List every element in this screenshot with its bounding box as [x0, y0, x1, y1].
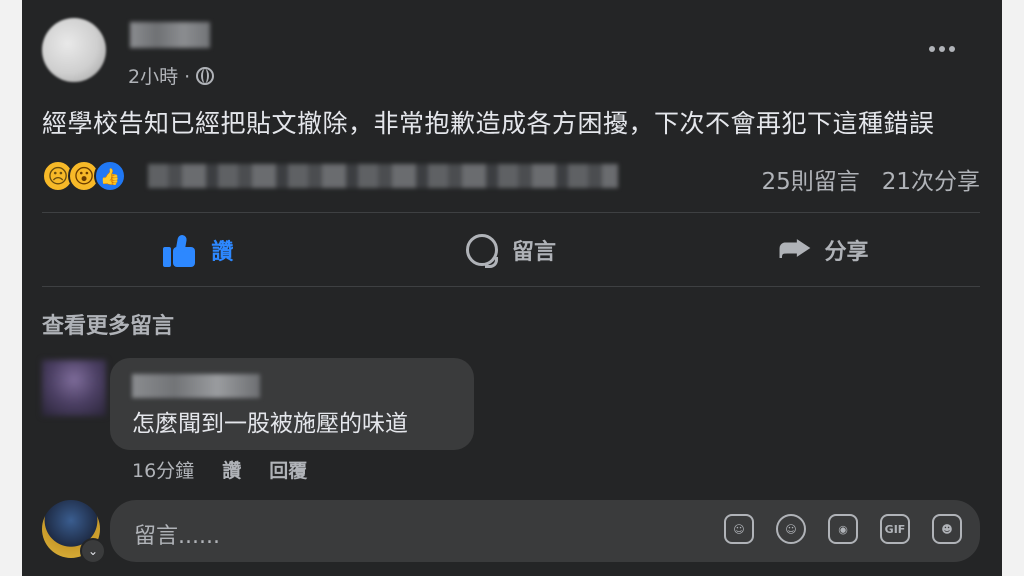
camera-icon[interactable]: ◉ — [828, 514, 858, 544]
post-text: 經學校告知已經把貼文撤除，非常抱歉造成各方困擾，下次不會再犯下這種錯誤 — [42, 109, 935, 138]
divider — [42, 286, 980, 287]
comment-bubble: 怎麼聞到一股被施壓的味道 — [110, 358, 474, 450]
comment-composer[interactable]: 留言...... ☺ ☺ ◉ GIF ☻ — [110, 500, 980, 562]
share-label: 分享 — [824, 240, 869, 265]
author-avatar[interactable] — [42, 18, 106, 82]
reaction-summary[interactable]: ☹ 😮 👍 — [42, 160, 618, 192]
post-meta: 2小時 · — [128, 62, 215, 89]
more-dot-icon — [949, 46, 955, 52]
globe-icon — [196, 66, 215, 85]
comment-like-link[interactable]: 讚 — [222, 456, 241, 483]
more-dot-icon — [929, 46, 935, 52]
comment-label: 留言 — [512, 240, 557, 265]
like-label: 讚 — [211, 240, 234, 265]
commenter-name-blurred[interactable] — [132, 374, 260, 398]
view-more-comments-link[interactable]: 查看更多留言 — [42, 308, 174, 340]
share-count[interactable]: 21次分享 — [882, 162, 980, 196]
comment-bubble-icon — [466, 234, 498, 268]
like-button[interactable]: 讚 — [42, 222, 355, 278]
comment-button[interactable]: 留言 — [355, 222, 668, 278]
composer-tools: ☺ ☺ ◉ GIF ☻ — [724, 514, 962, 544]
more-dot-icon — [939, 46, 945, 52]
like-reaction-icon: 👍 — [94, 160, 126, 192]
action-bar: 讚 留言 ⮫ 分享 — [42, 222, 980, 278]
comment-reply-link[interactable]: 回覆 — [269, 456, 307, 483]
chevron-down-icon[interactable]: ⌄ — [80, 538, 106, 564]
more-options-button[interactable] — [922, 34, 962, 64]
comment-text: 怎麼聞到一股被施壓的味道 — [132, 411, 408, 437]
post-card: 2小時 · 經學校告知已經把貼文撤除，非常抱歉造成各方困擾，下次不會再犯下這種錯… — [22, 0, 1002, 576]
commenter-avatar[interactable] — [42, 360, 106, 416]
comment-time[interactable]: 16分鐘 — [132, 456, 194, 483]
comment-count[interactable]: 25則留言 — [761, 162, 859, 196]
engagement-counts: 25則留言 21次分享 — [761, 162, 980, 196]
divider — [42, 212, 980, 213]
comment-input-placeholder[interactable]: 留言...... — [134, 518, 220, 550]
share-arrow-icon: ⮫ — [778, 230, 811, 270]
emoji-icon[interactable]: ☺ — [776, 514, 806, 544]
gif-icon[interactable]: GIF — [880, 514, 910, 544]
share-button[interactable]: ⮫ 分享 — [667, 222, 980, 278]
author-name-blurred[interactable] — [130, 22, 210, 48]
post-time[interactable]: 2小時 · — [128, 62, 190, 89]
comment-meta: 16分鐘 讚 回覆 — [132, 456, 307, 483]
left-margin — [0, 0, 22, 576]
right-margin — [1002, 0, 1024, 576]
avatar-sticker-icon[interactable]: ☺ — [724, 514, 754, 544]
reactor-names-blurred[interactable] — [148, 164, 618, 188]
thumbs-up-icon — [163, 233, 197, 267]
sticker-icon[interactable]: ☻ — [932, 514, 962, 544]
